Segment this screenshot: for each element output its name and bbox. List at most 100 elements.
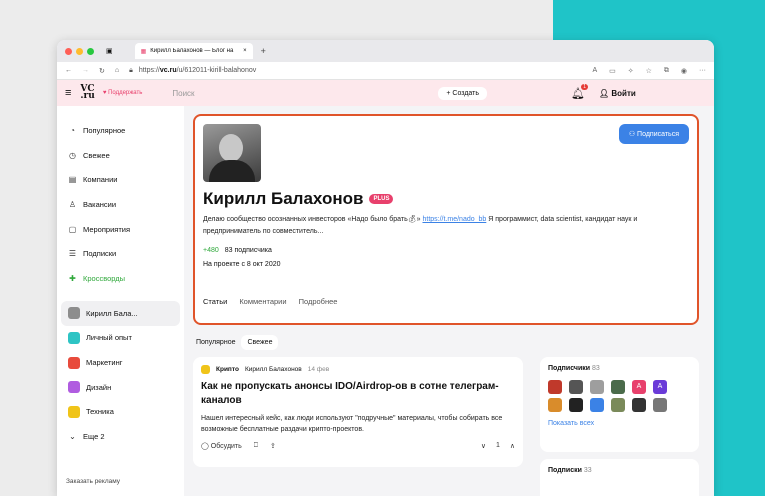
favorite-icon[interactable]: ☆ bbox=[646, 67, 652, 75]
profile-avatar bbox=[203, 124, 261, 182]
site-header: ≡ VC .ru ♥ Поддержать Поиск + Создать 🔔︎ 1… bbox=[57, 80, 714, 106]
sub-avatar bbox=[68, 356, 80, 369]
search-input[interactable]: Поиск bbox=[172, 89, 438, 98]
plus-icon: + bbox=[446, 89, 451, 97]
back-icon[interactable]: ← bbox=[65, 67, 72, 74]
post-text: Нашел интересный кейс, как люди использу… bbox=[201, 415, 503, 433]
more-icon[interactable]: ··· bbox=[699, 67, 706, 75]
subscriber-avatar[interactable]: A bbox=[653, 380, 667, 394]
sidebar-item-popular[interactable]: ◔ Популярное bbox=[57, 118, 184, 143]
feed-tab-popular[interactable]: Популярное bbox=[196, 339, 235, 346]
sidebar-item-vacancies[interactable]: ♙ Вакансии bbox=[57, 192, 184, 217]
site-logo[interactable]: VC .ru bbox=[80, 85, 94, 101]
share-icon[interactable]: ⇪ bbox=[270, 442, 276, 450]
maximize-window-button[interactable] bbox=[87, 47, 94, 55]
subscriber-avatar[interactable] bbox=[569, 398, 583, 412]
extension-icon[interactable]: ✧ bbox=[628, 67, 634, 75]
browser-tab-bar: ▣ ▦ Кирилл Балахонов — Блог на × + bbox=[57, 40, 714, 62]
sub-avatar bbox=[68, 331, 80, 344]
subscribers-widget: Подписчики 83 AA Показать всех bbox=[540, 357, 699, 452]
category-icon bbox=[201, 365, 210, 374]
subscribers-grid: AA bbox=[548, 380, 691, 412]
subscribers-title: Подписчики 83 bbox=[548, 365, 600, 372]
sidebar-sub-design[interactable]: Дизайн bbox=[57, 375, 184, 400]
calendar-icon: ▢ bbox=[68, 224, 77, 234]
profile-name: Кирилл Балахонов bbox=[203, 189, 364, 208]
favicon-icon: ▦ bbox=[140, 48, 147, 55]
subscriber-avatar[interactable] bbox=[653, 398, 667, 412]
browser-window: ▣ ▦ Кирилл Балахонов — Блог на × + ← → ↻… bbox=[57, 40, 714, 496]
notification-badge: 1 bbox=[581, 83, 588, 90]
feed-tab-fresh[interactable]: Свежее bbox=[241, 335, 279, 350]
sidebar-toggle-icon[interactable]: ▣ bbox=[106, 47, 113, 55]
sub-avatar bbox=[68, 381, 80, 394]
profile-icon[interactable]: ◉ bbox=[681, 67, 687, 75]
chevron-down-icon: ⌄ bbox=[69, 432, 76, 442]
sidebar-item-events[interactable]: ▢ Мероприятия bbox=[57, 217, 184, 242]
create-button[interactable]: + Создать bbox=[438, 86, 488, 100]
heart-icon: ♥ bbox=[102, 90, 107, 96]
browser-tab[interactable]: ▦ Кирилл Балахонов — Блог на × bbox=[134, 43, 253, 59]
url-text: https://vc.ru/u/612011-kirill-balahonov bbox=[138, 67, 257, 74]
support-button[interactable]: ♥ Поддержать bbox=[103, 90, 143, 96]
bio-link[interactable]: https://t.me/nado_bb bbox=[422, 216, 486, 223]
post-category[interactable]: Крипто bbox=[216, 366, 239, 373]
post-author[interactable]: Кирилл Балахонов bbox=[245, 366, 302, 373]
sidebar-sub-personal[interactable]: Личный опыт bbox=[57, 326, 184, 351]
vote-count: 1 bbox=[495, 442, 500, 449]
forward-icon[interactable]: → bbox=[82, 67, 89, 74]
bell-icon[interactable]: 🔔︎ 1 bbox=[571, 83, 588, 100]
login-button[interactable]: 👤︎ Войти bbox=[599, 89, 636, 98]
building-icon: ▤ bbox=[68, 175, 77, 185]
add-user-icon: ⚇ bbox=[628, 131, 636, 138]
emoji-icon: 💰︎» bbox=[407, 216, 421, 223]
person-icon: ♙ bbox=[68, 199, 77, 209]
subscriber-avatar[interactable] bbox=[548, 398, 562, 412]
post-title[interactable]: Как не пропускать анонсы IDO/Airdrop-ов … bbox=[201, 380, 515, 408]
subscriber-avatar[interactable] bbox=[590, 398, 604, 412]
minimize-window-button[interactable] bbox=[76, 47, 83, 55]
sidebar-sub-marketing[interactable]: Маркетинг bbox=[57, 350, 184, 375]
collections-icon[interactable]: ⧉ bbox=[664, 67, 669, 75]
upvote-icon[interactable]: ∧ bbox=[510, 442, 515, 450]
reader-icon[interactable]: ▭ bbox=[609, 67, 616, 75]
subscriber-avatar[interactable] bbox=[569, 380, 583, 394]
menu-icon[interactable]: ≡ bbox=[65, 87, 71, 99]
tab-title: Кирилл Балахонов — Блог на bbox=[150, 48, 234, 54]
tab-details[interactable]: Подробнее bbox=[299, 297, 338, 306]
bookmark-icon[interactable]: ⎕ bbox=[254, 442, 258, 450]
post-card[interactable]: Крипто Кирилл Балахонов 14 фев Как не пр… bbox=[193, 357, 523, 467]
sidebar-item-subscriptions[interactable]: ☰ Подписки bbox=[57, 241, 184, 266]
sidebar-item-crosswords[interactable]: ✚ Кроссворды bbox=[57, 266, 184, 291]
ad-link[interactable]: Заказать рекламу bbox=[66, 478, 120, 485]
sub-avatar bbox=[68, 405, 80, 418]
sidebar-item-fresh[interactable]: ◷ Свежее bbox=[57, 143, 184, 168]
downvote-icon[interactable]: ∨ bbox=[481, 442, 486, 450]
subscriber-avatar[interactable]: A bbox=[632, 380, 646, 394]
subscriber-avatar[interactable] bbox=[548, 380, 562, 394]
feed-tabs: Популярное Свежее bbox=[196, 335, 279, 350]
subscriber-avatar[interactable] bbox=[611, 380, 625, 394]
discuss-button[interactable]: ◯ Обсудить bbox=[201, 442, 242, 450]
close-window-button[interactable] bbox=[65, 47, 72, 55]
read-aloud-icon[interactable]: A bbox=[592, 67, 597, 75]
sidebar-item-companies[interactable]: ▤ Компании bbox=[57, 167, 184, 192]
followers-count[interactable]: 83 подписчика bbox=[225, 247, 272, 254]
sidebar-sub-kirill[interactable]: Кирилл Бала... bbox=[61, 300, 180, 326]
subscriber-avatar[interactable] bbox=[590, 380, 604, 394]
subscriber-avatar[interactable] bbox=[632, 398, 646, 412]
show-all-link[interactable]: Показать всех bbox=[548, 420, 691, 427]
tab-comments[interactable]: Комментарии bbox=[239, 297, 286, 306]
close-tab-icon[interactable]: × bbox=[243, 48, 247, 54]
subscriber-avatar[interactable] bbox=[611, 398, 625, 412]
subscribe-button[interactable]: ⚇ Подписаться bbox=[618, 124, 689, 144]
new-tab-icon[interactable]: + bbox=[261, 46, 266, 56]
sub-avatar bbox=[68, 307, 80, 320]
url-field[interactable]: 🔒︎ https://vc.ru/u/612011-kirill-balahon… bbox=[129, 67, 582, 75]
profile-card: ⚇ Подписаться Кирилл Балахонов PLUS Делаю… bbox=[193, 114, 699, 325]
sidebar-more-button[interactable]: ⌄ Еще 2 bbox=[57, 424, 184, 449]
sidebar-sub-tech[interactable]: Техника bbox=[57, 400, 184, 425]
reload-icon[interactable]: ↻ bbox=[99, 67, 105, 75]
home-icon[interactable]: ⌂ bbox=[115, 67, 119, 74]
tab-articles[interactable]: Статьи bbox=[203, 297, 227, 306]
